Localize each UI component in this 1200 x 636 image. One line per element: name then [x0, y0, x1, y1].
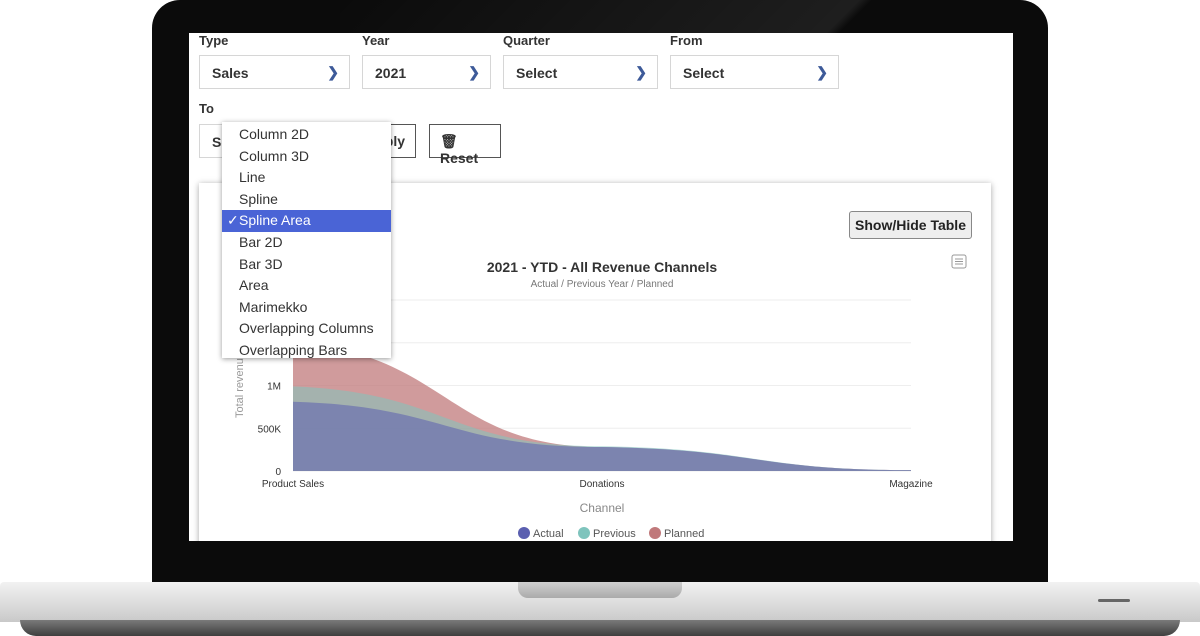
chevron-down-icon: ❯: [327, 64, 339, 80]
chevron-down-icon: ❯: [816, 64, 828, 80]
quarter-label: Quarter: [503, 33, 550, 48]
chart-type-dropdown[interactable]: Column 2D Column 3D Line Spline ✓ Spline Area…: [222, 122, 391, 358]
reset-button[interactable]: 🗑 Reset: [429, 124, 501, 166]
year-label: Year: [362, 33, 390, 48]
menu-item-label: Column 3D: [239, 147, 310, 164]
menu-item-label: Spline Area: [239, 212, 311, 229]
checkmark-icon: ✓: [227, 212, 239, 229]
menu-item[interactable]: ✓ Spline Area: [222, 210, 391, 232]
from-value: Select: [683, 65, 725, 81]
menu-item-label: Spline: [239, 190, 278, 207]
legend-marker: [649, 527, 661, 539]
chart-title: 2021 - YTD - All Revenue Channels: [487, 259, 718, 275]
from-select[interactable]: Select ❯: [670, 55, 839, 89]
chevron-down-icon: ❯: [468, 64, 480, 80]
legend-label: Actual: [533, 528, 564, 540]
menu-item[interactable]: Line: [222, 167, 391, 189]
menu-item-label: Line: [239, 169, 266, 186]
menu-item-label: Bar 3D: [239, 255, 283, 272]
year-value: 2021: [375, 65, 407, 81]
y-axis-title: Total revenue: [234, 352, 246, 418]
hamburger-menu-icon[interactable]: [951, 254, 967, 269]
legend-item-previous[interactable]: Previous: [578, 527, 636, 540]
laptop-base-bottom: [20, 620, 1180, 636]
menu-item-label: Marimekko: [239, 298, 308, 315]
legend-marker: [518, 527, 530, 539]
type-select[interactable]: Sales ❯: [199, 55, 350, 89]
legend-label: Previous: [593, 528, 636, 540]
from-label: From: [670, 33, 703, 48]
menu-item[interactable]: Area: [222, 275, 391, 297]
menu-item-label: Column 2D: [239, 126, 310, 142]
area-series-actual: [293, 401, 911, 471]
chart-subtitle: Actual / Previous Year / Planned: [531, 279, 674, 290]
quarter-value: Select: [516, 65, 558, 81]
y-tick-label: 1M: [267, 382, 281, 393]
to-label: To: [199, 101, 214, 116]
screen: Type Sales ❯ Year 2021 ❯ Quarter Select ❯ F…: [189, 33, 1013, 541]
menu-item[interactable]: Overlapping Columns: [222, 318, 391, 340]
laptop-slot: [1098, 599, 1130, 602]
quarter-select[interactable]: Select ❯: [503, 55, 658, 89]
menu-item[interactable]: Overlapping Bars: [222, 340, 391, 362]
menu-item-label: Bar 2D: [239, 233, 283, 250]
legend-item-planned[interactable]: Planned: [649, 527, 704, 540]
show-hide-table-button[interactable]: Show/Hide Table: [849, 211, 972, 239]
legend-label: Planned: [664, 528, 704, 540]
legend-item-actual[interactable]: Actual: [518, 527, 564, 540]
menu-item[interactable]: Bar 2D: [222, 232, 391, 254]
year-select[interactable]: 2021 ❯: [362, 55, 491, 89]
legend-marker: [578, 527, 590, 539]
menu-item[interactable]: Marimekko: [222, 297, 391, 319]
y-tick-label: 0: [275, 467, 281, 478]
x-axis-title: Channel: [580, 501, 625, 515]
y-tick-label: 500K: [258, 424, 282, 435]
chevron-down-icon: ❯: [635, 64, 647, 80]
type-value: Sales: [212, 65, 249, 81]
x-tick-label: Magazine: [889, 479, 933, 490]
type-label: Type: [199, 33, 229, 48]
trash-icon: 🗑: [440, 133, 458, 149]
menu-item[interactable]: Bar 3D: [222, 254, 391, 276]
menu-item-label: Area: [239, 277, 269, 294]
x-tick-label: Donations: [579, 479, 624, 490]
laptop-opening-notch: [518, 582, 682, 598]
x-tick-label: Product Sales: [262, 479, 324, 490]
reset-label: Reset: [440, 150, 479, 166]
menu-item[interactable]: Column 3D: [222, 146, 391, 168]
menu-item[interactable]: Spline: [222, 189, 391, 211]
menu-item-label: Overlapping Columns: [239, 320, 374, 337]
menu-item[interactable]: Column 2D: [222, 124, 391, 146]
menu-item-label: Overlapping Bars: [239, 341, 348, 358]
